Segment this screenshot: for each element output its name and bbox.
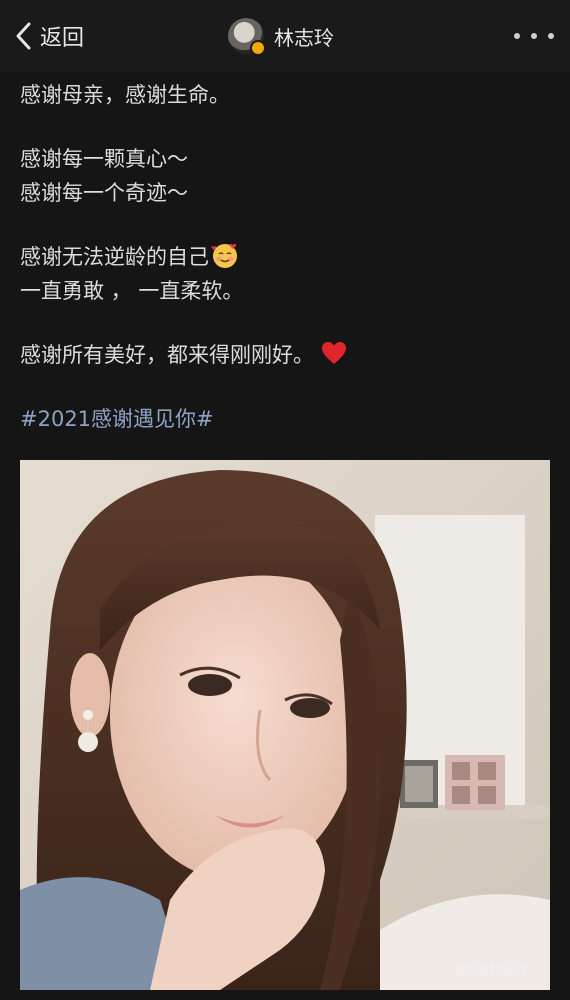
post-line: 感谢每一颗真心～ — [20, 147, 188, 171]
more-options-button[interactable] — [514, 22, 554, 50]
smiling-face-with-hearts-icon — [211, 243, 237, 268]
weibo-logo-icon — [455, 962, 472, 976]
post-line-text: 感谢无法逆龄的自己 — [20, 245, 209, 269]
post-line: 感谢母亲，感谢生命。 — [20, 83, 230, 107]
red-heart-icon — [322, 342, 346, 364]
post-line-with-emoji: 感谢所有美好，都来得刚刚好。 — [20, 338, 550, 372]
dot — [548, 33, 554, 39]
post-photo[interactable]: @林志玲 — [20, 460, 550, 990]
selfie-image — [20, 460, 550, 990]
more-dots-icon — [514, 33, 520, 39]
watermark-text: @林志玲 — [475, 963, 528, 978]
post-body: 感谢母亲，感谢生命。 感谢每一颗真心～ 感谢每一个奇迹～ 感谢无法逆龄的自己 一… — [20, 72, 550, 436]
verified-badge-icon — [250, 40, 266, 56]
top-bar: 返回 林志玲 — [0, 0, 570, 72]
back-button[interactable]: 返回 — [14, 18, 84, 54]
post-line: 一直勇敢 ， 一直柔软。 — [20, 279, 244, 303]
post-line: 感谢每一个奇迹～ — [20, 181, 188, 205]
hashtag-link[interactable]: #2021感谢遇见你# — [20, 402, 550, 436]
chevron-left-icon — [16, 22, 31, 50]
user-name[interactable]: 林志玲 — [274, 22, 334, 51]
user-profile[interactable]: 林志玲 — [228, 16, 334, 56]
post-line-with-emoji: 感谢无法逆龄的自己 — [20, 240, 550, 274]
weibo-watermark: @林志玲 — [455, 959, 528, 978]
dot — [531, 33, 537, 39]
post-line-text: 感谢所有美好，都来得刚刚好。 — [20, 343, 314, 367]
avatar[interactable] — [228, 18, 266, 56]
back-label: 返回 — [40, 26, 85, 51]
